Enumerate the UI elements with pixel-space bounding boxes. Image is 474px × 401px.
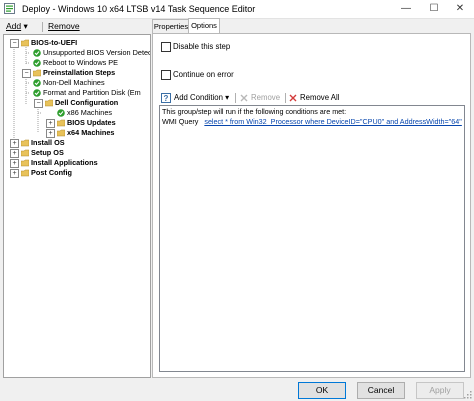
window-title: Deploy - Windows 10 x64 LTSB v14 Task Se… (22, 4, 256, 14)
tree-item-label: Preinstallation Steps (43, 68, 116, 77)
conditions-header: This group/step will run if the followin… (162, 107, 347, 116)
tree-item-label: Unsupported BIOS Version Detec (43, 48, 151, 57)
cancel-button[interactable]: Cancel (357, 382, 405, 399)
continue-on-error-label: Continue on error (173, 70, 234, 79)
check-icon (33, 79, 41, 87)
chevron-down-icon: ▾ (225, 93, 230, 102)
tree-expander-collapse[interactable]: − (10, 39, 19, 48)
tree-item-label: Install Applications (31, 158, 98, 167)
title-bar: Deploy - Windows 10 x64 LTSB v14 Task Se… (0, 0, 474, 19)
tree-item-label: Install OS (31, 138, 65, 147)
remove-condition-label: Remove (251, 93, 281, 102)
tree-expander-collapse[interactable]: − (34, 99, 43, 108)
remove-icon (240, 94, 248, 102)
dialog-button-bar: OK Cancel Apply (0, 377, 474, 401)
tab-properties[interactable]: Properties (152, 19, 190, 33)
tree-toolbar: Add ▾ Remove (0, 19, 150, 33)
continue-on-error-checkbox[interactable] (161, 70, 171, 80)
folder-icon (57, 119, 65, 127)
tree-item-label: x64 Machines (67, 128, 115, 137)
toolbar-divider (42, 22, 43, 32)
tree-item-label: Non-Dell Machines (43, 78, 105, 87)
tree-expander-expand[interactable]: + (10, 139, 19, 148)
chevron-down-icon: ▾ (23, 21, 28, 31)
folder-icon (21, 159, 29, 167)
remove-all-icon (289, 94, 297, 102)
tree-item-label: BIOS Updates (67, 118, 116, 127)
tree-item-label: x86 Machines (67, 108, 113, 117)
disable-step-label: Disable this step (173, 42, 231, 51)
add-menu-button[interactable]: Add ▾ (6, 21, 28, 32)
remove-all-label: Remove All (300, 93, 340, 102)
disable-step-checkbox[interactable] (161, 42, 171, 52)
resize-grip-icon[interactable] (464, 391, 472, 399)
tab-options[interactable]: Options (188, 18, 220, 33)
tree-item-label: Setup OS (31, 148, 64, 157)
tree-expander-expand[interactable]: + (10, 169, 19, 178)
remove-label: Remove (48, 21, 80, 31)
condition-toolbar-divider (235, 93, 236, 103)
tree-item-label: Dell Configuration (55, 98, 119, 107)
tree-item-label: Reboot to Windows PE (43, 58, 119, 67)
check-icon (57, 109, 65, 117)
apply-button[interactable]: Apply (416, 382, 464, 399)
folder-icon (21, 139, 29, 147)
folder-icon (57, 129, 65, 137)
tree-item-label: Post Config (31, 168, 72, 177)
condition-toolbar: ? Add Condition ▾ Remove Remove All (159, 91, 463, 105)
condition-toolbar-divider (285, 93, 286, 103)
close-button[interactable]: ✕ (446, 0, 474, 18)
tree-expander-expand[interactable]: + (46, 119, 55, 128)
wmi-query-condition[interactable]: WMI Query select * from Win32_Processor … (162, 117, 462, 127)
tree-expander-expand[interactable]: + (10, 159, 19, 168)
minimize-button[interactable]: — (392, 0, 420, 18)
remove-button[interactable]: Remove (48, 21, 80, 31)
svg-text:?: ? (164, 94, 169, 103)
tree-expander-collapse[interactable]: − (22, 69, 31, 78)
options-panel: Disable this step Continue on error ? Ad… (152, 33, 471, 378)
tree-item-label: Format and Partition Disk (Em (43, 88, 141, 97)
check-icon (33, 59, 41, 67)
task-sequence-tree[interactable]: − BIOS-to-UEFI Unsupported BIOS Version … (3, 34, 151, 378)
add-condition-icon: ? (161, 93, 171, 103)
folder-icon (21, 149, 29, 157)
tree-expander-expand[interactable]: + (46, 129, 55, 138)
conditions-list[interactable]: This group/step will run if the followin… (159, 105, 465, 372)
add-condition-label: Add Condition (174, 93, 223, 102)
folder-icon (33, 69, 41, 77)
folder-icon (45, 99, 53, 107)
tree-expander-expand[interactable]: + (10, 149, 19, 158)
add-label: Add (6, 21, 22, 31)
check-icon (33, 49, 41, 57)
wmi-query-link[interactable]: select * from Win32_Processor where Devi… (204, 117, 462, 126)
check-icon (33, 89, 41, 97)
ok-button[interactable]: OK (298, 382, 346, 399)
task-sequence-icon (4, 3, 15, 14)
folder-icon (21, 39, 29, 47)
wmi-query-label: WMI Query (162, 117, 199, 126)
maximize-button[interactable]: ☐ (420, 0, 448, 18)
tree-item-label: BIOS-to-UEFI (31, 38, 78, 47)
folder-icon (21, 169, 29, 177)
